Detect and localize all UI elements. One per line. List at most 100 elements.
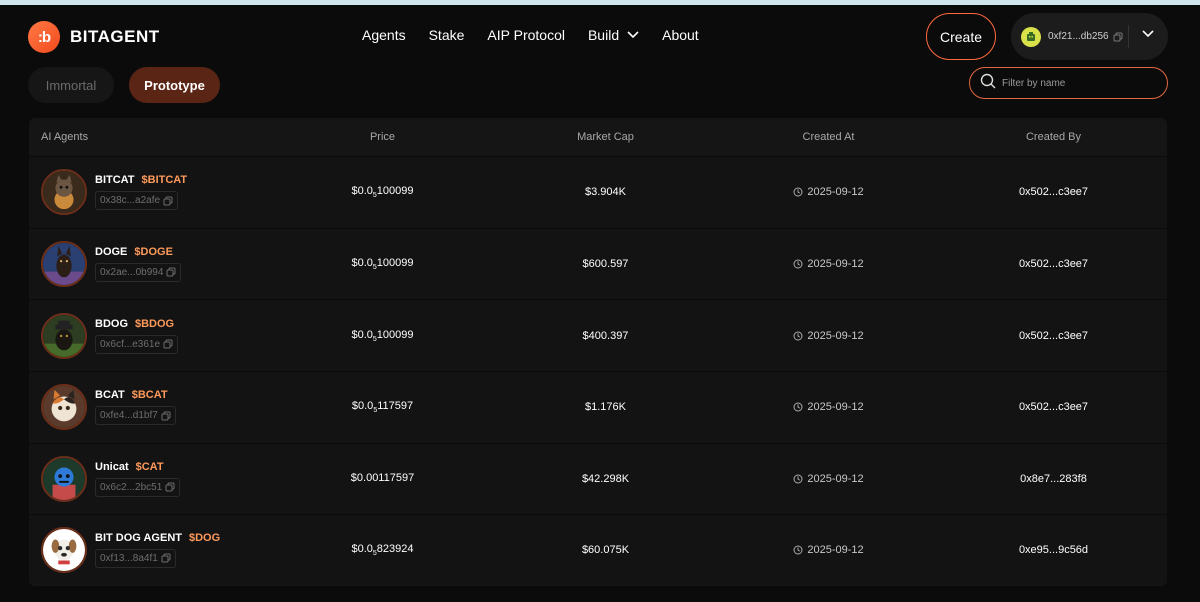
agent-name[interactable]: DOGE [95, 246, 127, 258]
market-cap-cell: $3.904K [585, 186, 626, 199]
agent-ticker: $DOG [188, 531, 221, 544]
price-prefix: $0.00117597 [350, 471, 415, 484]
nav-item-aip-protocol[interactable]: AIP Protocol [487, 27, 565, 43]
table-row[interactable]: Unicat $CAT 0x6c2...2bc51 $0.00117597 $4… [29, 442, 1167, 515]
table-row[interactable]: BCAT $BCAT 0xfe4...d1bf7 $0.05117597 $1.… [29, 370, 1167, 443]
history-icon [793, 474, 803, 484]
created-by-cell[interactable]: 0x8e7...283f8 [940, 473, 1167, 485]
nav-label: Build [587, 27, 620, 43]
bcat-avatar-icon [41, 384, 87, 431]
agent-address: 0xfe4...d1bf7 [95, 406, 176, 426]
agent-address: 0xf13...8a4f1 [95, 548, 176, 568]
copy-icon[interactable] [161, 553, 171, 563]
agent-cell: BITCAT $BITCAT 0x38c...a2afe [29, 169, 271, 216]
agent-name[interactable]: Unicat [95, 461, 129, 473]
agent-address-text: 0x6c2...2bc51 [100, 481, 163, 493]
created-by-cell[interactable]: 0x502...c3ee7 [940, 401, 1167, 413]
create-button[interactable]: Create [926, 13, 996, 60]
tab-prototype[interactable]: Prototype [129, 67, 220, 103]
table-row[interactable]: BIT DOG AGENT $DOG 0xf13...8a4f1 $0.0582… [29, 514, 1167, 585]
agent-name[interactable]: BITCAT [95, 174, 135, 186]
price-digits: 117597 [377, 400, 414, 413]
created-at-text: 2025-09-12 [807, 472, 864, 485]
copy-icon[interactable] [1113, 32, 1123, 42]
created-at-cell: 2025-09-12 [717, 258, 940, 270]
table-row[interactable]: BITCAT $BITCAT 0x38c...a2afe $0.05100099… [29, 156, 1167, 228]
price-prefix: $0.0 [351, 328, 373, 341]
price-cell: $0.05100099 [271, 185, 494, 199]
price-cell: $0.05100099 [271, 329, 494, 343]
nav-item-about[interactable]: About [662, 27, 699, 43]
created-by-cell[interactable]: 0x502...c3ee7 [940, 330, 1167, 342]
history-icon [793, 545, 803, 555]
doge-avatar-icon [41, 240, 87, 287]
created-at-text: 2025-09-12 [807, 257, 864, 270]
nav-item-build[interactable]: Build [588, 27, 639, 43]
table-row[interactable]: DOGE $DOGE 0x2ae...0b994 $0.05100099 $60… [29, 227, 1167, 300]
wallet-button[interactable]: 0xf21...db256 [1011, 13, 1168, 60]
agent-info: Unicat $CAT 0x6c2...2bc51 [95, 461, 181, 497]
copy-icon[interactable] [165, 482, 175, 492]
price-cell: $0.05100099 [271, 257, 494, 271]
copy-icon[interactable] [163, 196, 173, 206]
chevron-down-icon[interactable] [1142, 30, 1154, 38]
market-cap-cell: $1.176K [585, 401, 626, 414]
column-header-created-at: Created At [802, 131, 855, 143]
created-at-text: 2025-09-12 [807, 401, 864, 414]
logo-mark-icon: :b [28, 21, 60, 53]
market-cap-cell: $60.075K [581, 543, 630, 556]
nav-label: AIP Protocol [487, 27, 565, 43]
created-at-cell: 2025-09-12 [717, 401, 940, 413]
agent-address-text: 0xfe4...d1bf7 [100, 410, 158, 422]
tab-label: Immortal [45, 77, 97, 93]
created-by-cell[interactable]: 0x502...c3ee7 [940, 258, 1167, 270]
agent-info: BITCAT $BITCAT 0x38c...a2afe [95, 174, 187, 211]
price-prefix: $0.0 [351, 400, 374, 413]
history-icon [793, 187, 803, 197]
copy-icon[interactable] [163, 339, 173, 349]
price-prefix: $0.0 [351, 542, 373, 555]
cat-avatar-icon [41, 169, 87, 216]
agent-address: 0x6c2...2bc51 [95, 477, 181, 497]
filter-input[interactable] [1002, 77, 1152, 89]
agent-address: 0x6cf...e361e [95, 334, 179, 354]
market-cap-cell: $400.397 [582, 329, 629, 342]
nav-label: Agents [362, 27, 406, 43]
created-by-cell[interactable]: 0xe95...9c56d [940, 544, 1167, 556]
agent-name[interactable]: BDOG [95, 318, 128, 330]
created-at-cell: 2025-09-12 [717, 330, 940, 342]
agent-name[interactable]: BCAT [95, 389, 125, 401]
table-row[interactable]: BDOG $BDOG 0x6cf...e361e $0.05100099 $40… [29, 299, 1167, 371]
agent-info: BCAT $BCAT 0xfe4...d1bf7 [95, 389, 176, 426]
agent-ticker: $DOGE [134, 245, 173, 258]
nav-item-stake[interactable]: Stake [429, 27, 465, 43]
browser-top-strip [0, 0, 1200, 5]
price-digits: 100099 [376, 185, 414, 198]
price-digits: 100099 [376, 328, 414, 341]
wallet-divider [1128, 25, 1129, 48]
price-cell: $0.05823924 [271, 543, 494, 557]
created-at-text: 2025-09-12 [807, 329, 864, 342]
agent-name[interactable]: BIT DOG AGENT [95, 532, 182, 544]
column-header-market-cap: Market Cap [577, 131, 634, 143]
price-prefix: $0.0 [351, 185, 373, 198]
agent-info: DOGE $DOGE 0x2ae...0b994 [95, 245, 182, 282]
created-at-cell: 2025-09-12 [717, 544, 940, 556]
created-by-cell[interactable]: 0x502...c3ee7 [940, 186, 1167, 198]
agent-address-text: 0x2ae...0b994 [100, 266, 164, 278]
history-icon [793, 331, 803, 341]
agent-address-text: 0xf13...8a4f1 [100, 552, 158, 564]
copy-icon[interactable] [161, 411, 171, 421]
tab-immortal[interactable]: Immortal [28, 67, 114, 103]
price-prefix: $0.0 [351, 256, 373, 269]
chevron-down-icon [627, 31, 639, 39]
main-nav: Agents Stake AIP Protocol Build About [362, 27, 722, 43]
bitdog-avatar-icon [41, 526, 87, 573]
copy-icon[interactable] [166, 267, 176, 277]
agent-cell: BDOG $BDOG 0x6cf...e361e [29, 312, 271, 359]
bdog-avatar-icon [41, 312, 87, 359]
nav-label: About [662, 27, 699, 43]
nav-item-agents[interactable]: Agents [362, 27, 406, 43]
price-digits: 823924 [376, 542, 414, 555]
brand-logo[interactable]: :b BITAGENT [28, 21, 160, 53]
